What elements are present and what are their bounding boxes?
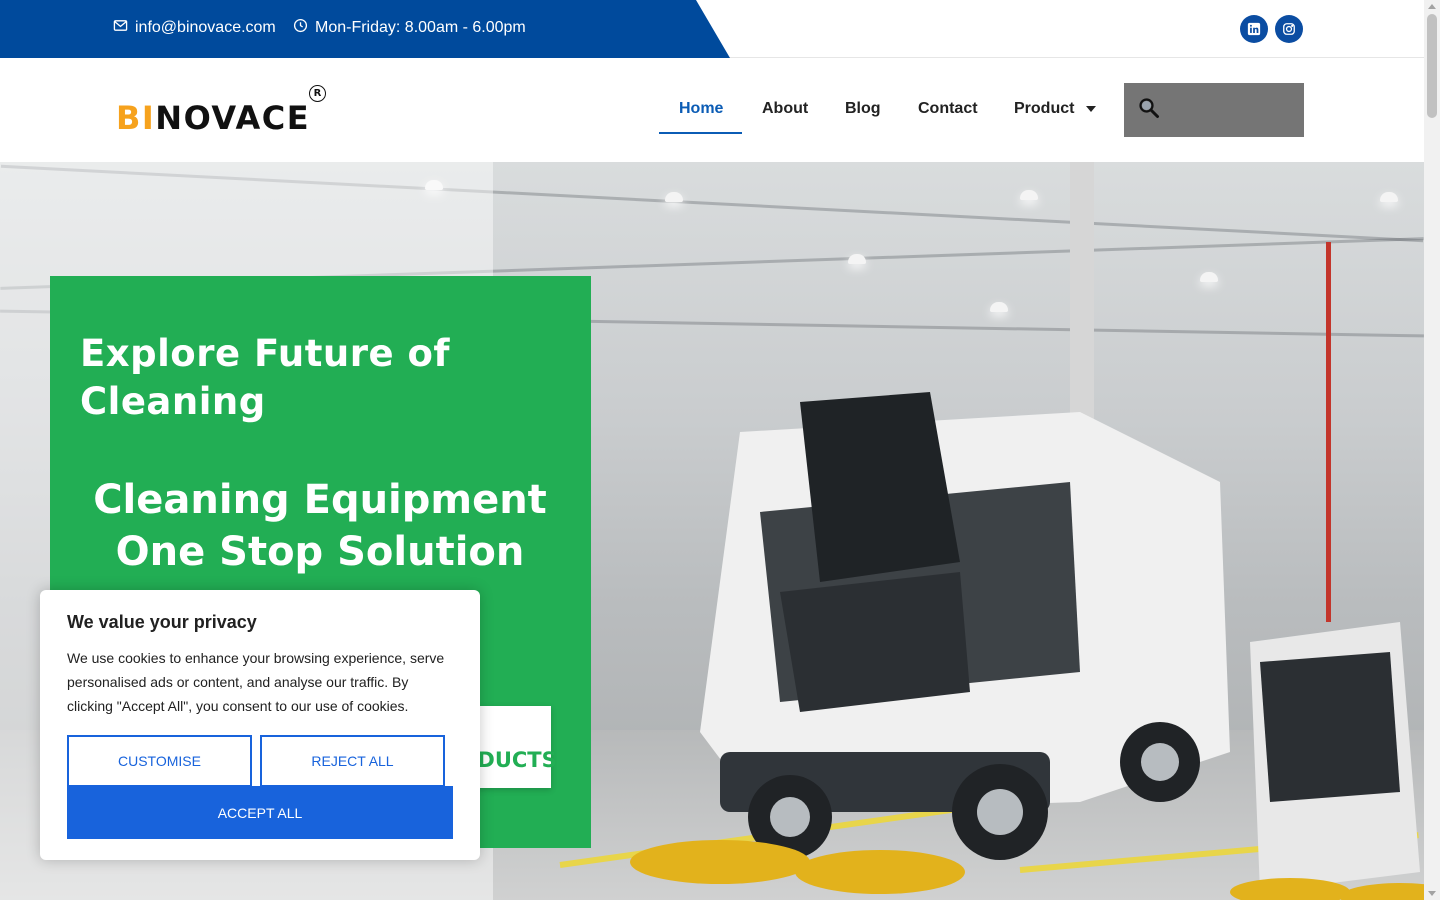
registered-mark: R: [309, 85, 326, 102]
nav-contact[interactable]: Contact: [918, 100, 978, 118]
clock-icon: [293, 18, 308, 38]
search-input[interactable]: [1168, 93, 1296, 127]
nav-product[interactable]: Product: [1014, 100, 1097, 118]
nav-blog[interactable]: Blog: [845, 100, 881, 118]
nav-about[interactable]: About: [762, 100, 808, 118]
logo-accent-text: BI: [116, 99, 156, 137]
instagram-icon[interactable]: [1275, 15, 1303, 43]
email-text: info@binovace.com: [135, 19, 276, 36]
ceiling-lamp: [1200, 272, 1218, 282]
hours-info: Mon-Friday: 8.00am - 6.00pm: [293, 18, 526, 38]
ceiling-lamp: [665, 192, 683, 202]
reject-all-button[interactable]: REJECT ALL: [260, 735, 445, 787]
cookie-description: We use cookies to enhance your browsing …: [67, 650, 445, 714]
scroll-thumb[interactable]: [1427, 14, 1437, 118]
hours-text: Mon-Friday: 8.00am - 6.00pm: [315, 19, 526, 36]
street-sweeper-illustration: [630, 392, 1424, 900]
ceiling-lamp: [1380, 192, 1398, 202]
scroll-up-arrow-icon[interactable]: [1428, 4, 1436, 9]
chevron-down-icon[interactable]: [1086, 105, 1097, 112]
email-info[interactable]: info@binovace.com: [113, 18, 276, 38]
ceiling-lamp: [990, 302, 1008, 312]
nav-product-label: Product: [1014, 100, 1075, 117]
envelope-icon: [113, 18, 128, 38]
ceiling-lamp: [1020, 190, 1038, 200]
linkedin-icon[interactable]: [1240, 15, 1268, 43]
logo-main-text: NOVACE: [155, 99, 311, 137]
accept-all-button[interactable]: ACCEPT ALL: [67, 786, 453, 839]
cookie-title: We value your privacy: [67, 612, 257, 632]
page-scrollbar[interactable]: [1424, 0, 1440, 900]
nav-active-indicator: [659, 132, 742, 134]
customise-button[interactable]: CUSTOMISE: [67, 735, 252, 787]
ceiling-lamp: [848, 254, 866, 264]
search-box[interactable]: [1124, 83, 1304, 137]
hero-heading: Explore Future of Cleaning: [80, 332, 450, 423]
top-info-bar: info@binovace.com Mon-Friday: 8.00am - 6…: [0, 0, 1424, 58]
cookie-consent-dialog: We value your privacy We use cookies to …: [40, 590, 480, 860]
brand-logo[interactable]: BINOVACE: [116, 99, 310, 137]
hero-subheading: Cleaning Equipment One Stop Solution: [93, 477, 547, 575]
scroll-down-arrow-icon[interactable]: [1428, 891, 1436, 896]
site-header: BINOVACE R Home About Blog Contact Produ…: [0, 59, 1424, 162]
nav-home[interactable]: Home: [679, 100, 723, 118]
